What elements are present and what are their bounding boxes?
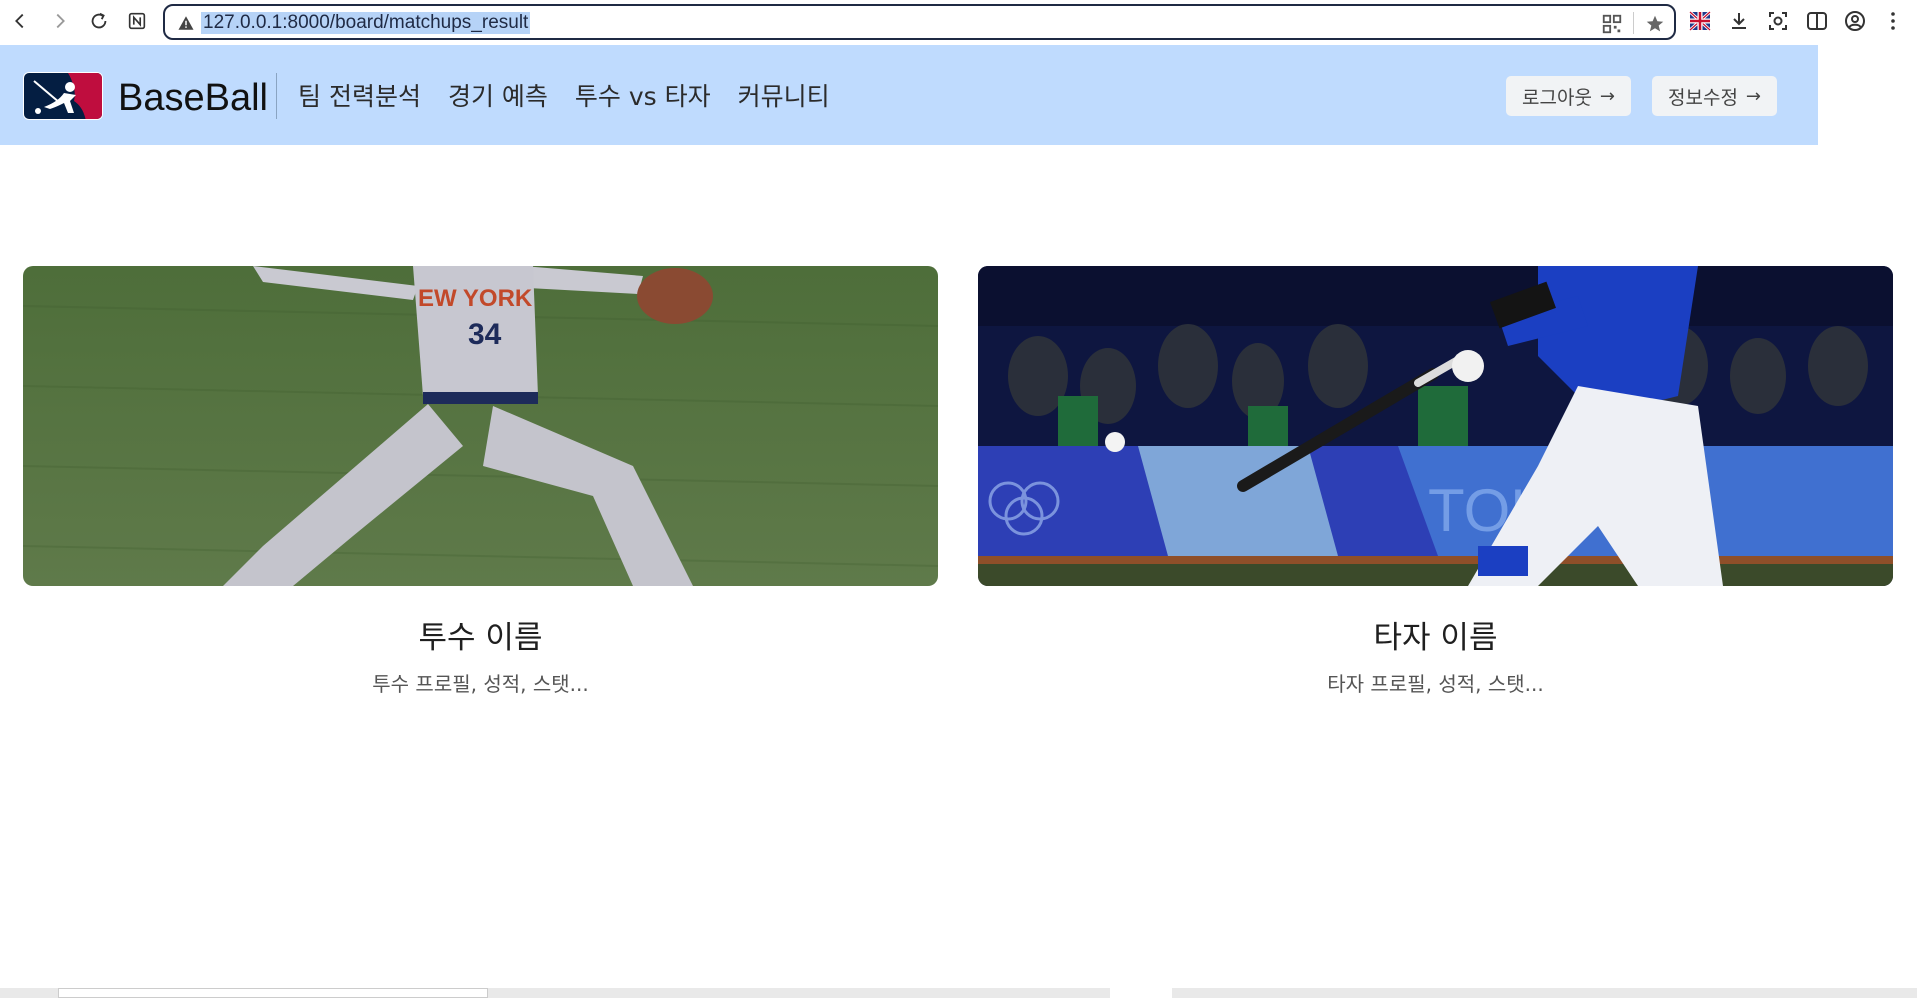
back-arrow-icon	[15, 13, 24, 29]
address-divider	[1633, 12, 1634, 34]
naver-icon	[128, 12, 146, 30]
nav-community[interactable]: 커뮤니티	[738, 77, 830, 117]
svg-text:34: 34	[468, 318, 502, 351]
bookmark-star-icon[interactable]	[1644, 13, 1666, 35]
nav-game-prediction[interactable]: 경기 예측	[448, 77, 548, 117]
batter-name: 타자 이름	[1373, 620, 1498, 656]
profile-icon[interactable]	[1843, 9, 1867, 33]
download-icon[interactable]	[1727, 9, 1751, 33]
pitcher-description: 투수 프로필, 성적, 스탯...	[372, 672, 589, 696]
more-menu-icon[interactable]	[1881, 9, 1905, 33]
browser-toolbar: 127.0.0.1:8000/board/matchups_result	[0, 0, 1917, 45]
edit-profile-label: 정보수정	[1668, 86, 1738, 109]
batter-photo: TOKYO	[978, 266, 1893, 586]
back-button[interactable]	[5, 6, 35, 36]
batter-image: TOKYO	[978, 266, 1893, 586]
logout-button[interactable]: 로그아웃 →	[1506, 76, 1632, 116]
address-bar[interactable]: 127.0.0.1:8000/board/matchups_result	[163, 4, 1676, 40]
pitcher-image: EW YORK 34	[23, 266, 938, 586]
batter-card[interactable]: TOKYO 타자 이름 타자 프로필, 성적, 스탯...	[978, 266, 1893, 698]
pitcher-photo: EW YORK 34	[23, 266, 938, 586]
logout-label: 로그아웃	[1522, 86, 1592, 109]
screenshot-icon[interactable]	[1766, 9, 1790, 33]
header-divider	[276, 73, 277, 119]
reload-icon	[91, 12, 107, 29]
taskbar-window[interactable]	[58, 988, 488, 998]
batter-description: 타자 프로필, 성적, 스탯...	[1327, 672, 1544, 696]
qr-code-icon[interactable]	[1601, 13, 1623, 35]
edit-profile-button[interactable]: 정보수정 →	[1652, 76, 1778, 116]
url-text[interactable]: 127.0.0.1:8000/board/matchups_result	[201, 12, 531, 34]
arrow-right-icon: →	[1745, 85, 1762, 107]
arrow-right-icon: →	[1599, 85, 1616, 107]
forward-button[interactable]	[45, 6, 75, 36]
nav-team-analysis[interactable]: 팀 전력분석	[298, 77, 421, 117]
not-secure-warning-icon[interactable]	[177, 14, 195, 32]
sidebar-icon[interactable]	[1805, 9, 1829, 33]
taskbar-window[interactable]	[1110, 988, 1172, 998]
pitcher-card[interactable]: EW YORK 34 투수 이름 투수 프로필, 성적, 스탯...	[23, 266, 938, 698]
brand-title[interactable]: BaseBall	[118, 75, 268, 121]
uk-flag-extension-icon[interactable]	[1688, 9, 1712, 33]
taskbar	[0, 988, 1917, 998]
mlb-logo[interactable]	[23, 72, 103, 120]
nav-pitcher-vs-batter[interactable]: 투수 vs 타자	[575, 77, 711, 117]
mlb-logo-icon	[24, 73, 102, 119]
site-header: BaseBall 팀 전력분석 경기 예측 투수 vs 타자 커뮤니티 로그아웃…	[0, 45, 1818, 145]
pitcher-name: 투수 이름	[418, 620, 543, 656]
reload-button[interactable]	[84, 6, 114, 36]
naver-button[interactable]	[122, 6, 152, 36]
svg-text:EW YORK: EW YORK	[418, 285, 533, 312]
forward-arrow-icon	[56, 13, 65, 29]
main-nav: 팀 전력분석 경기 예측 투수 vs 타자 커뮤니티	[298, 77, 830, 117]
